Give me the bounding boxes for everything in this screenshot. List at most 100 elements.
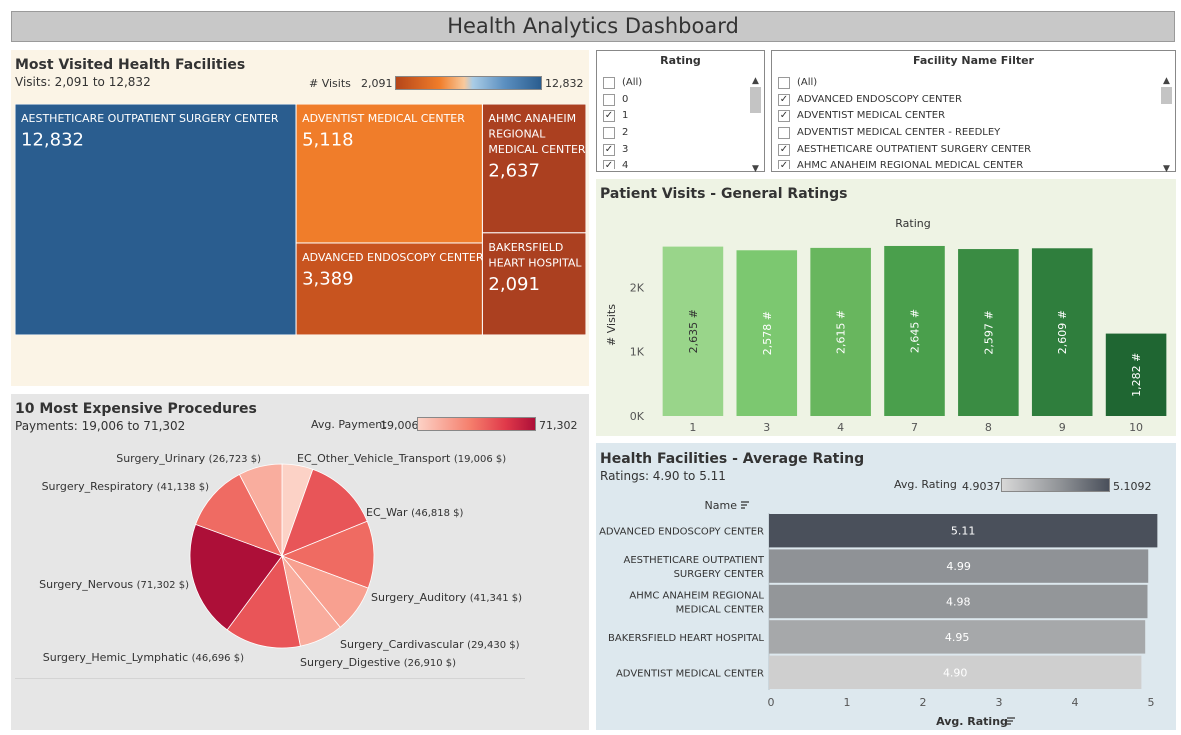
pie-slice-name: Surgery_Urinary bbox=[116, 452, 208, 465]
checkbox-checked-icon[interactable]: ✓ bbox=[778, 160, 790, 169]
x-tick-label: 1 bbox=[689, 421, 696, 434]
checkbox-icon[interactable] bbox=[603, 93, 615, 106]
hbar-data-label: 4.99 bbox=[946, 560, 971, 573]
pie-slice-name: Surgery_Cardivascular bbox=[340, 638, 467, 651]
x-tick-label: 2 bbox=[920, 696, 927, 709]
facility-filter-scrollbar[interactable]: ▲ ▼ bbox=[1160, 75, 1173, 174]
x-tick-label: 3 bbox=[763, 421, 770, 434]
bar-data-label: 2,635 # bbox=[687, 309, 700, 353]
facility-filter-item[interactable]: (All) bbox=[778, 75, 1157, 92]
checkbox-checked-icon[interactable]: ✓ bbox=[603, 160, 615, 169]
checkbox-icon[interactable] bbox=[603, 127, 615, 140]
x-axis-label: Avg. Rating bbox=[936, 715, 1008, 728]
checkbox-checked-icon[interactable]: ✓ bbox=[778, 93, 790, 106]
scroll-thumb[interactable] bbox=[1161, 87, 1172, 104]
treemap-tile-value: 12,832 bbox=[21, 130, 84, 151]
treemap-tile-name: AESTHETICARE OUTPATIENT SURGERY CENTER bbox=[21, 112, 279, 125]
treemap-tile-name: MEDICAL CENTER bbox=[488, 143, 586, 156]
category-label: MEDICAL CENTER bbox=[676, 605, 764, 616]
pie-slice-value: (41,138 $) bbox=[157, 482, 209, 493]
rating-filter-item[interactable]: ✓ 3 bbox=[603, 141, 746, 158]
rating-filter-item[interactable]: 0 bbox=[603, 92, 746, 109]
scroll-up-icon[interactable]: ▲ bbox=[1160, 75, 1173, 87]
hbar-data-label: 4.95 bbox=[945, 631, 970, 644]
panel-divider bbox=[15, 678, 525, 679]
pie-slice-name: Surgery_Nervous bbox=[39, 578, 137, 591]
rating-filter-item-label: 0 bbox=[622, 93, 629, 105]
treemap-tile-name: REGIONAL bbox=[488, 128, 546, 141]
procedures-panel: 10 Most Expensive Procedures Payments: 1… bbox=[11, 394, 589, 730]
checkbox-checked-icon[interactable]: ✓ bbox=[778, 110, 790, 123]
pie-slice-value: (46,696 $) bbox=[192, 653, 244, 664]
treemap-legend-label: # Visits bbox=[309, 77, 351, 90]
hbar-data-label: 5.11 bbox=[951, 525, 976, 538]
sort-icon[interactable] bbox=[1007, 717, 1015, 725]
checkbox-icon[interactable] bbox=[778, 77, 790, 90]
rating-filter-title: Rating bbox=[660, 54, 701, 67]
x-tick-label: 9 bbox=[1059, 421, 1066, 434]
rating-filter-item-label: 1 bbox=[622, 110, 629, 122]
pie-slice-name: Surgery_Respiratory bbox=[42, 480, 157, 493]
facility-filter-item[interactable]: ✓ ADVENTIST MEDICAL CENTER bbox=[778, 108, 1157, 125]
pie-slice-name: EC_War bbox=[366, 506, 411, 519]
pie-slice-name: Surgery_Hemic_Lymphatic bbox=[43, 651, 192, 664]
category-label: ADVANCED ENDOSCOPY CENTER bbox=[599, 527, 764, 538]
checkbox-checked-icon[interactable]: ✓ bbox=[603, 143, 615, 156]
scroll-down-icon[interactable]: ▼ bbox=[749, 163, 762, 175]
rating-visits-title: Patient Visits - General Ratings bbox=[600, 186, 847, 202]
facility-filter-item[interactable]: ✓ AHMC ANAHEIM REGIONAL MEDICAL CENTER bbox=[778, 158, 1157, 169]
bar-data-label: 2,578 # bbox=[761, 311, 774, 355]
checkbox-icon[interactable] bbox=[778, 127, 790, 140]
rating-visits-top-label: Rating bbox=[895, 217, 930, 230]
pie-slice-label: Surgery_Auditory (41,341 $) bbox=[371, 591, 522, 604]
facility-filter-title: Facility Name Filter bbox=[913, 54, 1034, 67]
checkbox-icon[interactable] bbox=[603, 77, 615, 90]
facility-filter[interactable]: Facility Name Filter (All) ✓ ADVANCED ENDO… bbox=[771, 50, 1176, 174]
category-label: AHMC ANAHEIM REGIONAL bbox=[629, 591, 764, 602]
checkbox-checked-icon[interactable]: ✓ bbox=[603, 110, 615, 123]
rating-filter[interactable]: Rating (All) 0 ✓ 1 2 ✓ 3 ✓ 4 ▲ ▼ bbox=[596, 50, 765, 174]
treemap-subtitle: Visits: 2,091 to 12,832 bbox=[15, 75, 151, 89]
rating-filter-item[interactable]: ✓ 4 bbox=[603, 158, 746, 169]
pie-slice-label: Surgery_Urinary (26,723 $) bbox=[116, 452, 261, 465]
pie-slice-label: EC_War (46,818 $) bbox=[366, 506, 464, 519]
pie-slice-name: Surgery_Auditory bbox=[371, 591, 470, 604]
pie-slice-label: Surgery_Digestive (26,910 $) bbox=[300, 656, 456, 669]
facility-filter-item-label: AHMC ANAHEIM REGIONAL MEDICAL CENTER bbox=[797, 160, 1024, 169]
treemap-legend-max: 12,832 bbox=[545, 77, 584, 90]
bar-data-label: 2,645 # bbox=[909, 309, 922, 353]
dashboard-title: Health Analytics Dashboard bbox=[11, 11, 1175, 42]
treemap-tile-name: BAKERSFIELD bbox=[488, 241, 563, 254]
treemap-tile-name: HEART HOSPITAL bbox=[488, 256, 582, 269]
x-tick-label: 4 bbox=[837, 421, 844, 434]
pie-slice-label: Surgery_Nervous (71,302 $) bbox=[39, 578, 189, 591]
facility-filter-item-label: (All) bbox=[797, 77, 818, 89]
pie-slice-value: (41,341 $) bbox=[470, 593, 522, 604]
sort-icon[interactable] bbox=[741, 501, 749, 509]
treemap-legend-min: 2,091 bbox=[361, 77, 393, 90]
checkbox-checked-icon[interactable]: ✓ bbox=[778, 143, 790, 156]
pie-slice-value: (46,818 $) bbox=[411, 508, 463, 519]
rating-visits-ylabel: # Visits bbox=[605, 304, 618, 346]
pie-slice-label: EC_Other_Vehicle_Transport (19,006 $) bbox=[297, 452, 506, 465]
treemap-tile-value: 3,389 bbox=[302, 268, 354, 289]
scroll-up-icon[interactable]: ▲ bbox=[749, 75, 762, 87]
facility-filter-item[interactable]: ✓ ADVANCED ENDOSCOPY CENTER bbox=[778, 92, 1157, 109]
pie-slice-value: (71,302 $) bbox=[137, 580, 189, 591]
rating-filter-item[interactable]: ✓ 1 bbox=[603, 108, 746, 125]
facility-filter-item[interactable]: ADVENTIST MEDICAL CENTER - REEDLEY bbox=[778, 125, 1157, 142]
pie-slice-value: (26,910 $) bbox=[404, 658, 456, 669]
y-tick-label: 0K bbox=[630, 410, 645, 423]
treemap-tile-value: 2,637 bbox=[488, 161, 540, 182]
rating-filter-list: (All) 0 ✓ 1 2 ✓ 3 ✓ 4 bbox=[603, 75, 746, 169]
rating-filter-item[interactable]: 2 bbox=[603, 125, 746, 142]
rating-filter-item[interactable]: (All) bbox=[603, 75, 746, 92]
facility-filter-item-label: AESTHETICARE OUTPATIENT SURGERY CENTER bbox=[797, 143, 1032, 155]
scroll-thumb[interactable] bbox=[750, 87, 761, 113]
treemap-tile-value: 5,118 bbox=[302, 130, 354, 151]
scroll-down-icon[interactable]: ▼ bbox=[1160, 163, 1173, 175]
facility-filter-item[interactable]: ✓ AESTHETICARE OUTPATIENT SURGERY CENTER bbox=[778, 141, 1157, 158]
rating-filter-scrollbar[interactable]: ▲ ▼ bbox=[749, 75, 762, 174]
rating-visits-chart: Patient Visits - General Ratings Rating # … bbox=[600, 186, 1167, 434]
hbar-data-label: 4.98 bbox=[946, 596, 971, 609]
